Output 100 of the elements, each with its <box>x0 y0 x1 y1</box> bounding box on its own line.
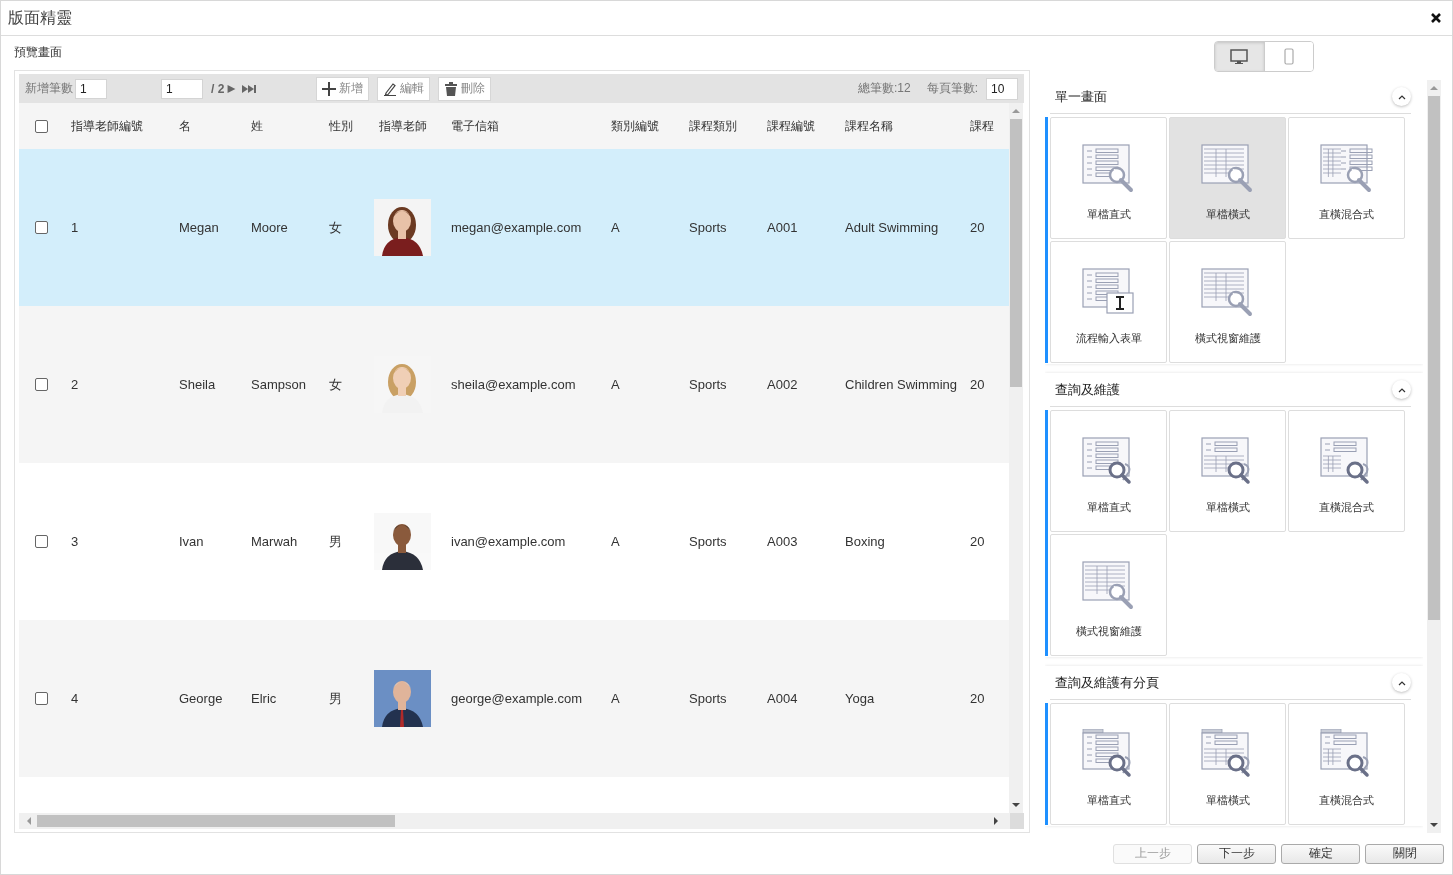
footer-button[interactable]: 關閉 <box>1365 843 1444 864</box>
column-header[interactable]: 類別編號 <box>603 117 681 135</box>
section-title: 查詢及維護 <box>1055 380 1120 399</box>
scroll-up-icon[interactable] <box>1430 84 1438 92</box>
table-cell: Elric <box>251 691 277 706</box>
chevron-up-icon <box>1397 386 1406 393</box>
scrollbar-corner <box>1010 813 1024 829</box>
table-cell: megan@example.com <box>451 220 582 235</box>
scrollbar-thumb[interactable] <box>1010 119 1022 387</box>
table-row[interactable]: 2 Sheila Sampson 女 sheila@example.com A Sports A002 Children Swimming 20 <box>19 306 1009 463</box>
chevron-up-icon <box>1397 679 1406 686</box>
table-cell: Children Swimming <box>845 377 957 392</box>
table-cell: Sampson <box>251 377 306 392</box>
trash-icon <box>444 81 459 96</box>
collapse-button[interactable] <box>1392 673 1411 692</box>
scroll-right-icon[interactable] <box>992 817 1000 825</box>
table-cell: 女 <box>329 376 342 392</box>
column-header[interactable]: 性別 <box>321 117 371 135</box>
table-cell: 2 <box>71 377 79 392</box>
column-header[interactable]: 姓 <box>243 117 321 135</box>
layout-tile[interactable]: 單檔橫式 <box>1169 410 1286 532</box>
column-header[interactable]: 課程編號 <box>759 117 837 135</box>
table-cell: 男 <box>329 690 342 706</box>
column-header[interactable]: 課程名稱 <box>837 117 962 135</box>
layout-tile[interactable]: 流程輸入表單 <box>1050 241 1167 363</box>
column-header[interactable]: 指導老師編號 <box>63 117 171 135</box>
table-cell: 1 <box>71 220 79 235</box>
collapse-button[interactable] <box>1392 380 1411 399</box>
edit-button[interactable]: 編輯 <box>377 76 431 101</box>
table-cell: 女 <box>329 219 342 235</box>
form-cursor-icon <box>1080 267 1137 317</box>
page-size-field[interactable]: 10 <box>986 77 1018 100</box>
monitor-icon <box>1230 48 1248 65</box>
preview-label: 預覽畫面 <box>14 44 62 61</box>
table-cell: A002 <box>767 377 798 392</box>
layout-tile[interactable]: 橫式視窗維護 <box>1050 534 1167 656</box>
delete-button[interactable]: 刪除 <box>438 76 492 101</box>
section-title: 單一畫面 <box>1055 87 1107 106</box>
column-header[interactable]: 指導老師 <box>371 117 443 135</box>
table-cell: 4 <box>71 691 79 706</box>
table-cell: sheila@example.com <box>451 377 576 392</box>
table-cell: Sports <box>689 377 727 392</box>
table-row[interactable]: 4 George Elric 男 george@example.com A Sports A004 Yoga 20 <box>19 620 1009 777</box>
table-cell: A004 <box>767 691 798 706</box>
table-cell: Moore <box>251 220 288 235</box>
collapse-button[interactable] <box>1392 87 1411 106</box>
layout-tile[interactable]: 直橫混合式 <box>1288 410 1405 532</box>
column-header[interactable]: 電子信箱 <box>443 117 603 135</box>
table-cell: Adult Swimming <box>845 220 939 235</box>
window-title: 版面精靈 <box>8 7 72 28</box>
layout-tile[interactable]: 單檔直式 <box>1050 703 1167 825</box>
column-header[interactable]: 課程類別 <box>681 117 759 135</box>
table-cell: george@example.com <box>451 691 582 706</box>
table-cell: ivan@example.com <box>451 534 566 549</box>
table-cell: Marwah <box>251 534 298 549</box>
close-icon[interactable] <box>1430 12 1442 24</box>
table-cell: A001 <box>767 220 798 235</box>
pencil-icon <box>383 81 398 96</box>
table-cell: Ivan <box>179 534 204 549</box>
table-cell: 20 <box>970 691 985 706</box>
layout-tile[interactable]: 直橫混合式 <box>1288 117 1405 239</box>
scrollbar-thumb[interactable] <box>1428 96 1440 620</box>
layout-tile[interactable]: 單檔直式 <box>1050 117 1167 239</box>
column-header[interactable]: 課程 <box>962 117 1009 135</box>
page-field[interactable]: 1 <box>161 78 203 99</box>
table-cell: A <box>611 534 620 549</box>
scrollbar-thumb[interactable] <box>37 815 395 827</box>
row-checkbox[interactable] <box>34 535 48 548</box>
add-count-field[interactable]: 1 <box>75 78 107 99</box>
layout-tile[interactable]: 單檔直式 <box>1050 410 1167 532</box>
layout-tile[interactable]: 單檔橫式 <box>1169 703 1286 825</box>
phone-icon <box>1283 48 1294 65</box>
scroll-down-icon[interactable] <box>1012 801 1020 809</box>
table-cell: Sports <box>689 534 727 549</box>
scroll-down-icon[interactable] <box>1430 821 1438 829</box>
scroll-up-icon[interactable] <box>1012 107 1020 115</box>
layout-tile[interactable]: 橫式視窗維護 <box>1169 241 1286 363</box>
layout-tile[interactable]: 單檔橫式 <box>1169 117 1286 239</box>
add-button[interactable]: 新增 <box>316 76 370 101</box>
footer-button[interactable]: 下一步 <box>1197 843 1276 864</box>
table-cell: Sports <box>689 220 727 235</box>
page-total: / 2 <box>211 81 225 96</box>
row-checkbox[interactable] <box>34 221 48 234</box>
table-cell: Yoga <box>845 691 875 706</box>
row-checkbox[interactable] <box>34 378 48 391</box>
desktop-view-button[interactable] <box>1214 42 1264 71</box>
table-cell: A <box>611 220 620 235</box>
table-row[interactable]: 1 Megan Moore 女 megan@example.com A Sports A001 Adult Swimming 20 <box>19 149 1009 306</box>
plus-icon <box>322 81 337 96</box>
page-size-label: 每頁筆數: <box>926 80 978 97</box>
footer-button[interactable]: 確定 <box>1281 843 1360 864</box>
scroll-left-icon[interactable] <box>25 817 33 825</box>
row-checkbox[interactable] <box>34 692 48 705</box>
table-cell: Boxing <box>845 534 885 549</box>
layout-tile[interactable]: 直橫混合式 <box>1288 703 1405 825</box>
section-title: 查詢及維護有分頁 <box>1055 673 1159 692</box>
chevron-up-icon <box>1397 93 1406 100</box>
table-cell: 20 <box>970 534 985 549</box>
column-header[interactable]: 名 <box>171 117 243 135</box>
select-all-checkbox[interactable] <box>34 119 48 133</box>
